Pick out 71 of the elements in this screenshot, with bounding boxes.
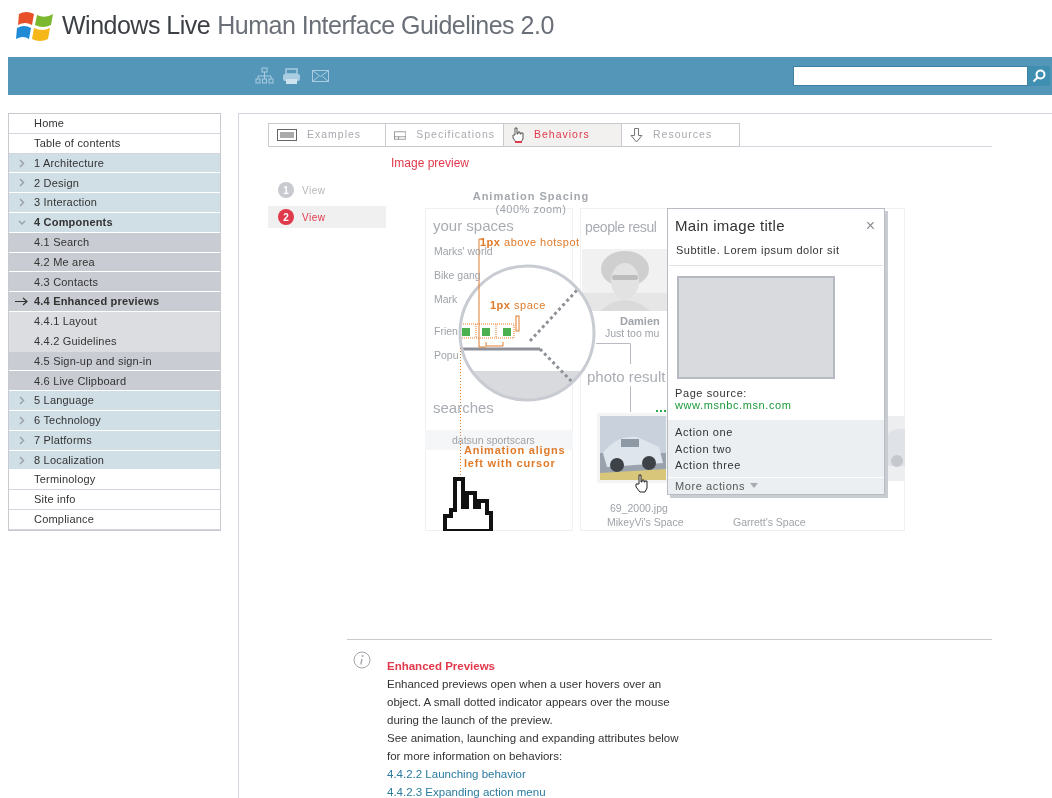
step-label: View xyxy=(302,183,326,198)
hand-cursor-icon xyxy=(512,127,524,143)
print-icon[interactable] xyxy=(282,67,301,85)
diagram-subtitle: (400% zoom) xyxy=(494,203,568,216)
note-link[interactable]: 4.4.2.2 Launching behavior xyxy=(387,765,526,783)
annotation-text: Animation aligns left with cursor xyxy=(464,444,567,470)
faded-text: 69_2000.jpg xyxy=(610,502,668,514)
download-icon xyxy=(630,127,643,143)
dotted-indicator-icon xyxy=(656,410,668,413)
info-icon xyxy=(353,651,371,669)
sitemap-icon[interactable] xyxy=(255,67,274,85)
action-link[interactable]: Action one xyxy=(668,424,884,441)
sidebar-item[interactable]: 4 Components xyxy=(9,213,220,233)
sidebar-item[interactable]: 3 Interaction xyxy=(9,193,220,213)
sidebar-item[interactable]: 4.2 Me area xyxy=(9,252,220,273)
sidebar-item[interactable]: 4.4.2 Guidelines xyxy=(9,331,220,352)
layout-icon xyxy=(394,128,407,142)
note-title: Enhanced Previews xyxy=(387,659,497,674)
action-link[interactable]: Action two xyxy=(668,440,884,457)
note-link[interactable]: 4.4.2.3 Expanding action menu xyxy=(387,783,546,798)
sidebar-item[interactable]: 8 Localization xyxy=(9,450,220,471)
note-paragraph: Enhanced previews open when a user hovers over an object. A small dotted indicator appears over the mouse during the launch of the preview. xyxy=(387,677,671,728)
search-field[interactable] xyxy=(793,66,1028,86)
source-label: Page source: xyxy=(674,387,749,399)
sidebar-item[interactable]: 5 Language xyxy=(9,391,220,411)
hand-cursor-icon xyxy=(635,474,649,494)
caret-icon xyxy=(750,483,759,489)
action-link[interactable]: Action three xyxy=(668,457,884,474)
sidebar-item[interactable]: 6 Technology xyxy=(9,410,220,431)
faded-text: searches xyxy=(433,398,494,418)
sidebar-item[interactable]: 4.1 Search xyxy=(9,232,220,253)
brand-name: Windows Live xyxy=(62,9,211,41)
sidebar-item[interactable]: 4.6 Live Clipboard xyxy=(9,371,220,392)
popup-subtitle: Subtitle. Lorem ipsum dolor sit xyxy=(669,237,883,266)
sidebar-item[interactable]: 7 Platforms xyxy=(9,430,220,451)
faded-text: datsun sportscars xyxy=(452,434,535,446)
step-label: View xyxy=(302,210,326,225)
step-number: 2 xyxy=(278,209,294,225)
faded-text: MikeyVi's Space xyxy=(607,516,684,528)
sidebar-item[interactable]: 4.4.1 Layout xyxy=(9,311,220,332)
faded-text: Garrett's Space xyxy=(733,516,806,528)
leader-line xyxy=(629,386,632,412)
faded-text: your spaces xyxy=(433,216,514,236)
faded-text: Popu xyxy=(434,349,459,361)
annotation-text: 1px space xyxy=(490,298,546,313)
sidebar-item[interactable]: 4.5 Sign-up and sign-in xyxy=(9,351,220,372)
faded-text: Damien xyxy=(620,315,660,327)
faded-text: people resul xyxy=(585,218,657,237)
note-paragraph: See animation, launching and expanding attributes below for more information on behaviors: xyxy=(387,731,680,764)
sidebar-item[interactable]: 2 Design xyxy=(9,173,220,194)
sidebar-item[interactable]: 4.4 Enhanced previews xyxy=(9,292,220,312)
sidebar-item[interactable]: 1 Architecture xyxy=(9,153,220,174)
chevron-down-icon xyxy=(18,220,26,226)
tab[interactable]: Behaviors xyxy=(504,123,622,147)
faded-text: photo result xyxy=(587,367,666,387)
site-title: Human Interface Guidelines 2.0 xyxy=(217,9,554,41)
source-link[interactable]: www.msnbc.msn.com xyxy=(668,399,884,411)
gallery-icon xyxy=(277,129,297,141)
diagram-title: Animation Spacing xyxy=(471,190,591,203)
arrow-right-icon xyxy=(15,297,28,307)
section-title: Image preview xyxy=(391,156,471,170)
search-button[interactable] xyxy=(1028,66,1050,86)
faded-text: Mark xyxy=(434,293,458,305)
step-item[interactable]: 2 View xyxy=(268,206,386,228)
search-icon xyxy=(1032,69,1046,83)
popup-title: Main image title xyxy=(675,216,785,236)
faded-text: Just too mu xyxy=(605,327,660,339)
mail-icon[interactable] xyxy=(312,70,329,82)
leader-line xyxy=(596,342,632,364)
faded-text: Frien xyxy=(434,325,458,337)
sidebar-item[interactable]: 4.3 Contacts xyxy=(9,272,220,293)
